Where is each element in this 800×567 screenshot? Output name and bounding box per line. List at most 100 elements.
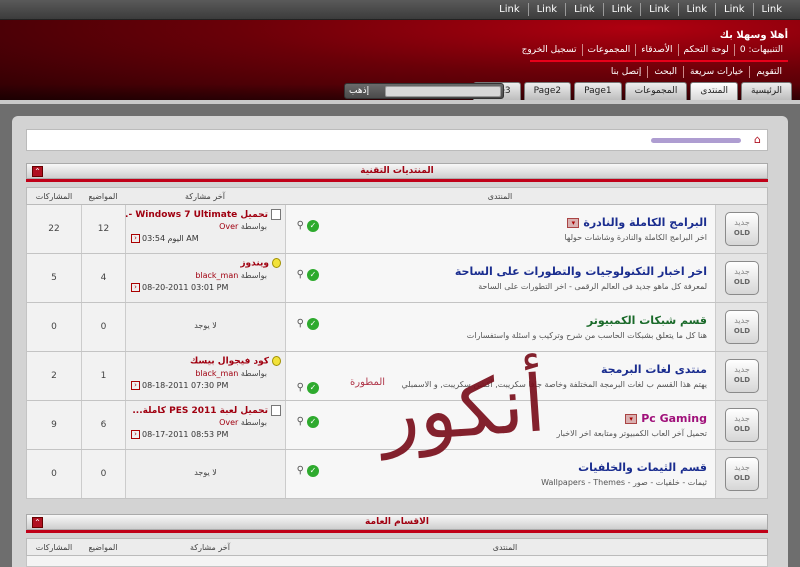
author-link[interactable]: black_man [195, 369, 238, 378]
breadcrumb: ⌂ [26, 129, 768, 151]
forum-title[interactable]: قسم الثيمات والخلفيات [578, 461, 707, 474]
forum-row: جديد OLD قسم شبكات الكمبيوتر هنا كل ما يت… [26, 303, 768, 352]
last-post-title-text[interactable]: كود فيجوال بيسك [190, 357, 269, 367]
author-link[interactable]: Over [219, 418, 238, 427]
last-post-date: › 08-20-2011 03:01 PM [131, 283, 228, 292]
forum-cell: البرامج الكاملة والنادرة▾ اخر البرامج ال… [285, 205, 715, 253]
magnifier-icon[interactable]: ⚲ [292, 465, 304, 477]
magnifier-icon[interactable]: ⚲ [292, 382, 304, 394]
lightbulb-icon [272, 356, 281, 366]
forum-title[interactable]: Pc Gaming▾ [625, 412, 707, 425]
topics-count: 1 [81, 352, 125, 400]
last-post-title-text[interactable]: تحميل لعبة PES 2011 كاملة... [132, 406, 268, 416]
last-post-cell: تحميل لعبة PES 2011 كاملة... بواسطة Over… [125, 401, 285, 449]
contact-link[interactable]: إتصل بنا [605, 66, 647, 78]
logout-link[interactable]: تسجيل الخروج [517, 44, 582, 56]
collapse-icon[interactable]: ⌃ [32, 517, 43, 528]
post-icon [271, 405, 281, 416]
author-link[interactable]: Over [219, 222, 238, 231]
category-header: الاقسام العامة ⌃ [26, 514, 768, 530]
search-input[interactable] [385, 86, 501, 97]
forum-cell: منتدى لغات البرمجة يهتم هذا القسم ب لغات… [285, 352, 715, 400]
badge-new-text: جديد [734, 267, 750, 276]
control-panel-link[interactable]: لوحة التحكم [677, 44, 734, 56]
col-forum: المنتدى [487, 192, 513, 201]
forum-title[interactable]: البرامج الكاملة والنادرة▾ [567, 216, 707, 229]
forum-row: جديد OLD اخر اخبار التكنولوجيات والتطورات… [26, 254, 768, 303]
last-post-title-text[interactable]: ويندوز [240, 259, 269, 269]
groups-link[interactable]: المجموعات [581, 44, 636, 56]
quick-options-link[interactable]: خيارات سريعة [682, 66, 749, 78]
forum-status-cell: جديد OLD [715, 303, 767, 351]
friends-link[interactable]: الأصدقاء [635, 44, 677, 56]
goto-last-icon[interactable]: › [131, 234, 140, 243]
forum-title-text[interactable]: البرامج الكاملة والنادرة [583, 216, 707, 229]
badge-new-text: جديد [734, 414, 750, 423]
top-links: Link Link Link Link Link Link Link Link [491, 3, 790, 16]
forum-title-text[interactable]: Pc Gaming [641, 412, 707, 425]
forum-title[interactable]: اخر اخبار التكنولوجيات والتطورات على الس… [455, 265, 707, 278]
last-post-author: بواسطة black_man [195, 369, 267, 378]
dropdown-icon[interactable]: ▾ [625, 414, 638, 424]
goto-last-icon[interactable]: › [131, 381, 140, 390]
magnifier-icon[interactable]: ⚲ [292, 220, 304, 232]
forum-status-cell: جديد OLD [715, 205, 767, 253]
column-header: المنتدى آخر مشاركة المواضيع المشاركات [26, 538, 768, 556]
search-link[interactable]: البحث [647, 66, 683, 78]
top-link[interactable]: Link [715, 3, 752, 16]
category-title: المنتديات التقنية [360, 166, 434, 176]
badge-old-text: OLD [733, 425, 751, 433]
top-link[interactable]: Link [527, 3, 565, 16]
magnifier-icon[interactable]: ⚲ [292, 269, 304, 281]
forum-title[interactable]: منتدى لغات البرمجة [601, 363, 707, 376]
goto-last-icon[interactable]: › [131, 283, 140, 292]
forum-description: هنا كل ما يتعلق بشبكات الحاسب من شرح وتر… [466, 331, 707, 340]
notifications-link[interactable]: التنبيهات: 0 [733, 44, 788, 56]
last-post-author: بواسطة black_man [195, 271, 267, 280]
top-link[interactable]: Link [602, 3, 640, 16]
search-go-button[interactable]: إذهب [349, 85, 369, 98]
tab-page1[interactable]: Page1 [574, 82, 622, 100]
posts-count: 9 [27, 401, 81, 449]
category-redbar [26, 530, 768, 533]
magnifier-icon[interactable]: ⚲ [292, 416, 304, 428]
magnifier-icon[interactable]: ⚲ [292, 318, 304, 330]
col-posts: المشاركات [35, 543, 73, 552]
goto-last-icon[interactable]: › [131, 430, 140, 439]
nav-links: التقويم خيارات سريعة البحث إتصل بنا [605, 66, 788, 78]
forum-title[interactable]: قسم شبكات الكمبيوتر [587, 314, 707, 327]
top-link[interactable]: Link [565, 3, 602, 16]
collapse-icon[interactable]: ⌃ [32, 166, 43, 177]
last-post-title[interactable]: تحميل Windows 7 Ultimate -... [118, 209, 281, 220]
tab-forum[interactable]: المنتدى [690, 82, 738, 100]
top-link[interactable]: Link [752, 3, 790, 16]
calendar-link[interactable]: التقويم [749, 66, 788, 78]
last-post-title[interactable]: ويندوز [240, 258, 281, 269]
topics-count: 4 [81, 254, 125, 302]
last-post-cell: كود فيجوال بيسك بواسطة black_man › 08-18-… [125, 352, 285, 400]
top-link[interactable]: Link [640, 3, 677, 16]
forum-description: ثيمات - خلفيات - صور - Wallpapers - Them… [541, 478, 707, 487]
badge-old-text: OLD [733, 278, 751, 286]
badge-new-text: جديد [734, 365, 750, 374]
last-post-title-text[interactable]: تحميل Windows 7 Ultimate -... [118, 210, 268, 220]
last-post-date: › اليوم 03:54 AM [131, 234, 199, 243]
forum-description: لمعرفة كل ماهو جديد فى العالم الرقمى - ا… [478, 282, 707, 291]
last-post-title[interactable]: كود فيجوال بيسك [190, 356, 281, 367]
posts-count: 0 [27, 303, 81, 351]
top-link[interactable]: Link [491, 3, 527, 16]
tab-page2[interactable]: Page2 [523, 82, 572, 100]
last-post-title[interactable]: تحميل لعبة PES 2011 كاملة... [132, 405, 281, 416]
last-post-cell: لا يوجد [125, 303, 285, 351]
author-link[interactable]: black_man [195, 271, 238, 280]
forum-status-cell: جديد OLD [715, 352, 767, 400]
tab-home[interactable]: الرئيسية [741, 82, 792, 100]
dropdown-icon[interactable]: ▾ [567, 218, 580, 228]
row-icons: ✓ ⚲ [292, 318, 319, 330]
home-icon[interactable]: ⌂ [754, 133, 761, 146]
no-posts-text: لا يوجد [194, 321, 217, 330]
top-link[interactable]: Link [677, 3, 715, 16]
tab-groups[interactable]: المجموعات [624, 82, 688, 100]
new-old-badge-icon: جديد OLD [725, 212, 759, 246]
posts-count: 5 [27, 254, 81, 302]
